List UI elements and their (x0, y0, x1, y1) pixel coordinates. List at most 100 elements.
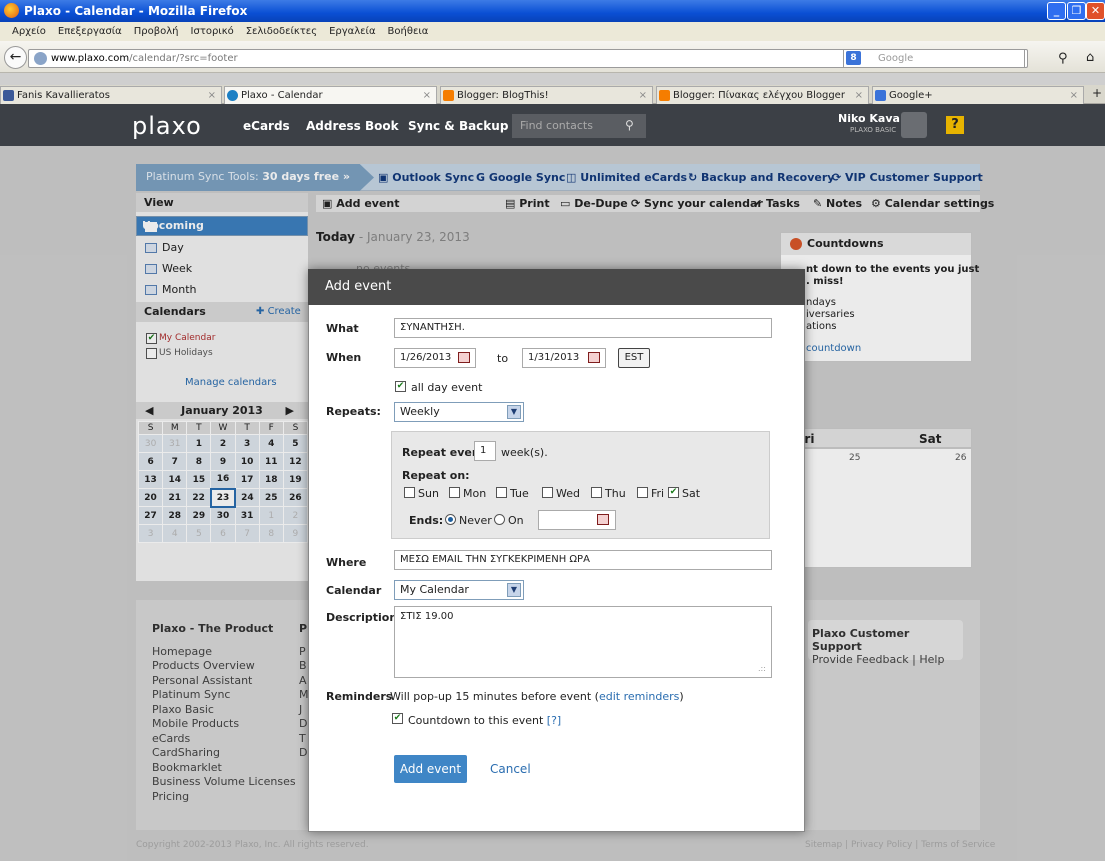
close-window-button[interactable]: ✕ (1086, 2, 1105, 20)
close-tab-icon[interactable]: × (1070, 87, 1078, 104)
plaxo-header: plaxo eCards Address Book Sync & Backup … (0, 104, 1105, 146)
countdown-help-link[interactable]: [?] (547, 714, 561, 727)
tab-google-plus[interactable]: Google+ × (872, 86, 1084, 104)
close-tab-icon[interactable]: × (639, 87, 647, 104)
on-label: On (508, 514, 524, 527)
ends-on-radio[interactable] (494, 514, 505, 525)
menu-view[interactable]: Προβολή (134, 26, 179, 37)
restore-button[interactable]: ❐ (1067, 2, 1086, 20)
where-label: Where (326, 556, 367, 569)
menu-edit[interactable]: Επεξεργασία (58, 26, 122, 37)
url-path: /calendar/?src=footer (129, 53, 238, 64)
blogger-icon (659, 90, 670, 101)
repeat-unit: week(s). (501, 446, 548, 459)
blogger-icon (443, 90, 454, 101)
back-arrow-icon[interactable]: ← (4, 46, 27, 69)
reminders-label: Reminders (326, 690, 393, 703)
tab-plaxo-calendar[interactable]: Plaxo - Calendar × (224, 86, 437, 104)
close-tab-icon[interactable]: × (208, 87, 216, 104)
tab-blogthis[interactable]: Blogger: BlogThis! × (440, 86, 653, 104)
mon-checkbox[interactable] (449, 487, 460, 498)
reminder-text: Will pop-up 15 minutes before event (edi… (390, 690, 684, 703)
google-search-input[interactable]: Google (843, 49, 1025, 68)
calendar-value: My Calendar (400, 583, 469, 596)
tab-bar: Fanis Kavallieratos × Plaxo - Calendar × B… (0, 85, 1105, 104)
to-label: to (497, 352, 509, 365)
tab-label: Fanis Kavallieratos (17, 90, 110, 101)
plaxo-icon (227, 90, 238, 101)
menu-tools[interactable]: Εργαλεία (329, 26, 375, 37)
menu-history[interactable]: Ιστορικό (191, 26, 234, 37)
fri-checkbox[interactable] (637, 487, 648, 498)
tue-checkbox[interactable] (496, 487, 507, 498)
description-textarea[interactable]: ΣΤΙΣ 19.00 (394, 606, 772, 678)
repeats-label: Repeats: (326, 405, 381, 418)
window-title: Plaxo - Calendar - Mozilla Firefox (0, 0, 1105, 22)
search-icon[interactable]: ⚲ (625, 118, 634, 132)
timezone-button[interactable]: EST (618, 348, 650, 368)
repeat-on-label: Repeat on: (402, 469, 470, 482)
tab-label: Blogger: BlogThis! (457, 90, 549, 101)
dialog-title: Add event (308, 269, 805, 305)
search-magnifier-icon[interactable]: ⚲ (1058, 51, 1068, 66)
home-icon[interactable]: ⌂ (1086, 50, 1094, 65)
reminder-desc: Will pop-up 15 minutes before event ( (390, 690, 599, 703)
resize-handle-icon[interactable]: .:: (758, 664, 766, 673)
tab-blogger-dashboard[interactable]: Blogger: Πίνακας ελέγχου Blogger × (656, 86, 869, 104)
day-label: Sun (418, 487, 439, 500)
all-day-checkbox[interactable]: ✔ (395, 381, 406, 392)
calendar-select[interactable]: My Calendar ▼ (394, 580, 524, 600)
nav-sync-backup[interactable]: Sync & Backup (408, 119, 508, 133)
minimize-button[interactable]: _ (1047, 2, 1066, 20)
ends-label: Ends: (409, 514, 444, 527)
menu-bookmarks[interactable]: Σελιδοδείκτες (246, 26, 317, 37)
repeat-every-input[interactable]: 1 (474, 441, 496, 461)
calendar-picker-icon[interactable] (597, 514, 609, 525)
edit-reminders-link[interactable]: edit reminders (599, 690, 679, 703)
menu-file[interactable]: Αρχείο (12, 26, 46, 37)
tab-label: Google+ (889, 90, 933, 101)
tab-fanis[interactable]: Fanis Kavallieratos × (0, 86, 222, 104)
help-button[interactable]: ? (946, 116, 964, 134)
nav-address-book[interactable]: Address Book (306, 119, 399, 133)
day-label: Wed (556, 487, 580, 500)
day-label: Tue (510, 487, 529, 500)
cancel-button[interactable]: Cancel (490, 762, 531, 776)
sun-checkbox[interactable] (404, 487, 415, 498)
repeats-select[interactable]: Weekly ▼ (394, 402, 524, 422)
calendar-label: Calendar (326, 584, 382, 597)
sat-checkbox[interactable]: ✔ (668, 487, 679, 498)
close-tab-icon[interactable]: × (855, 87, 863, 104)
site-globe-icon (34, 52, 47, 65)
countdown-label: Countdown to this event [?] (408, 714, 561, 727)
ends-never-radio[interactable] (445, 514, 456, 525)
wed-checkbox[interactable] (542, 487, 553, 498)
never-label: Never (459, 514, 492, 527)
tab-label: Blogger: Πίνακας ελέγχου Blogger (673, 90, 845, 101)
what-label: What (326, 322, 359, 335)
tab-label: Plaxo - Calendar (241, 90, 323, 101)
all-day-label: all day event (411, 381, 483, 394)
chevron-down-icon: ▼ (507, 405, 521, 419)
navigation-bar: ← www.plaxo.com/calendar/?src=footer ☆ ▿… (0, 41, 1105, 73)
facebook-icon (3, 90, 14, 101)
where-input[interactable]: ΜΕΣΩ EMAIL ΤΗΝ ΣΥΓΚΕΚΡΙΜΕΝΗ ΩΡΑ (394, 550, 772, 570)
menu-help[interactable]: Βοήθεια (388, 26, 429, 37)
user-name[interactable]: Niko Kava ▾ (838, 112, 909, 125)
add-event-button[interactable]: Add event (394, 755, 467, 783)
calendar-picker-icon[interactable] (588, 352, 600, 363)
calendar-picker-icon[interactable] (458, 352, 470, 363)
google-icon (875, 90, 886, 101)
plaxo-logo[interactable]: plaxo (132, 112, 202, 140)
close-tab-icon[interactable]: × (423, 87, 431, 104)
user-plan: PLAXO BASIC (850, 126, 897, 134)
day-label: Fri (651, 487, 665, 500)
chevron-down-icon: ▼ (507, 583, 521, 597)
thu-checkbox[interactable] (591, 487, 602, 498)
countdown-checkbox[interactable]: ✔ (392, 713, 403, 724)
avatar[interactable] (901, 112, 927, 138)
new-tab-button[interactable]: + (1092, 86, 1102, 100)
google-engine-icon[interactable]: 8 (846, 51, 861, 65)
nav-ecards[interactable]: eCards (243, 119, 290, 133)
what-input[interactable]: ΣΥΝΑΝΤΗΣΗ. (394, 318, 772, 338)
